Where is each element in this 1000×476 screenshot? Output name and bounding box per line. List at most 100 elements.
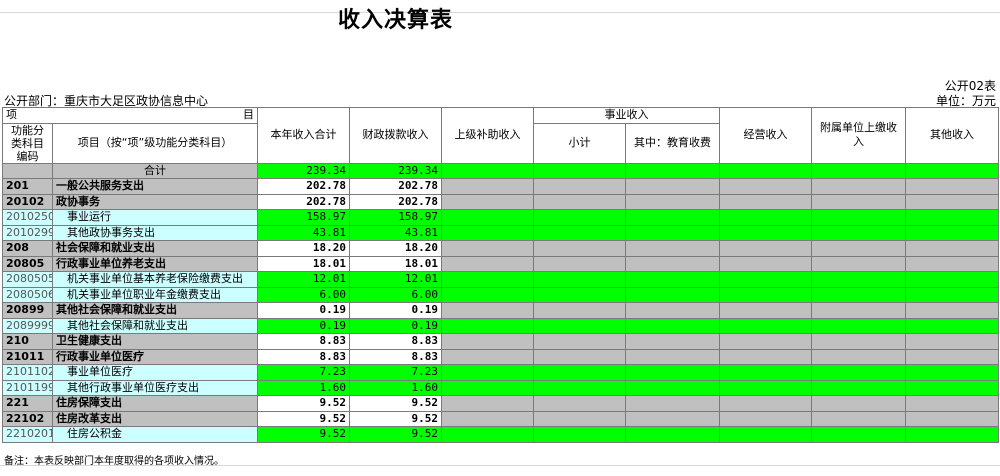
row-code-cell[interactable]: 21011 xyxy=(2,348,53,365)
row-code-cell[interactable]: 221 xyxy=(2,395,53,412)
row-code-cell[interactable]: 2101199 xyxy=(2,379,53,396)
row-superior-cell[interactable] xyxy=(441,286,534,303)
row-name-cell[interactable]: 其他社会保障和就业支出 xyxy=(52,302,258,319)
row-name-cell[interactable]: 其他政协事务支出 xyxy=(52,224,258,241)
row-other-cell[interactable] xyxy=(905,240,999,257)
row-business-edu-cell[interactable] xyxy=(625,193,720,210)
row-superior-cell[interactable] xyxy=(441,255,534,272)
row-other-cell[interactable] xyxy=(905,426,999,443)
row-fiscal-cell[interactable]: 9.52 xyxy=(349,410,442,427)
row-other-cell[interactable] xyxy=(905,286,999,303)
row-fiscal-cell[interactable]: 202.78 xyxy=(349,193,442,210)
row-other-cell[interactable] xyxy=(905,255,999,272)
row-operating-cell[interactable] xyxy=(719,364,812,381)
header-total[interactable]: 本年收入合计 xyxy=(257,107,350,164)
row-superior-cell[interactable] xyxy=(441,395,534,412)
row-total-cell[interactable]: 202.78 xyxy=(257,193,350,210)
row-business-edu-cell[interactable] xyxy=(625,426,720,443)
row-business-sub-cell[interactable] xyxy=(533,224,626,241)
row-business-sub-cell[interactable] xyxy=(533,379,626,396)
row-affiliated-cell[interactable] xyxy=(811,193,906,210)
row-fiscal-cell[interactable]: 18.20 xyxy=(349,240,442,257)
header-code[interactable]: 功能分类科目编码 xyxy=(2,122,53,164)
header-fiscal[interactable]: 财政拨款收入 xyxy=(349,107,442,164)
row-superior-cell[interactable] xyxy=(441,193,534,210)
row-fiscal-cell[interactable]: 158.97 xyxy=(349,209,442,226)
row-affiliated-cell[interactable] xyxy=(811,317,906,334)
row-operating-cell[interactable] xyxy=(719,178,812,195)
row-name-cell[interactable]: 住房公积金 xyxy=(52,426,258,443)
row-code-cell[interactable]: 20102 xyxy=(2,193,53,210)
row-other-cell[interactable] xyxy=(905,224,999,241)
row-superior-cell[interactable] xyxy=(441,209,534,226)
row-operating-cell[interactable] xyxy=(719,224,812,241)
row-code-cell[interactable]: 20805 xyxy=(2,255,53,272)
row-business-sub-cell[interactable] xyxy=(533,395,626,412)
row-name-cell[interactable]: 事业运行 xyxy=(52,209,258,226)
header-superior[interactable]: 上级补助收入 xyxy=(441,107,534,164)
row-other-cell[interactable] xyxy=(905,348,999,365)
row-affiliated-cell[interactable] xyxy=(811,364,906,381)
row-total-cell[interactable]: 7.23 xyxy=(257,364,350,381)
row-affiliated-cell[interactable] xyxy=(811,348,906,365)
row-total-cell[interactable]: 158.97 xyxy=(257,209,350,226)
row-code-cell[interactable]: 210 xyxy=(2,333,53,350)
row-affiliated-cell[interactable] xyxy=(811,224,906,241)
row-superior-cell[interactable] xyxy=(441,240,534,257)
row-business-edu-cell[interactable] xyxy=(625,255,720,272)
total-operating-cell[interactable] xyxy=(719,162,812,179)
row-name-cell[interactable]: 卫生健康支出 xyxy=(52,333,258,350)
row-affiliated-cell[interactable] xyxy=(811,379,906,396)
row-operating-cell[interactable] xyxy=(719,193,812,210)
row-total-cell[interactable]: 9.52 xyxy=(257,426,350,443)
row-business-edu-cell[interactable] xyxy=(625,333,720,350)
row-superior-cell[interactable] xyxy=(441,271,534,288)
row-business-edu-cell[interactable] xyxy=(625,364,720,381)
row-affiliated-cell[interactable] xyxy=(811,286,906,303)
row-name-cell[interactable]: 行政事业单位养老支出 xyxy=(52,255,258,272)
row-business-edu-cell[interactable] xyxy=(625,286,720,303)
row-name-cell[interactable]: 行政事业单位医疗 xyxy=(52,348,258,365)
row-superior-cell[interactable] xyxy=(441,426,534,443)
row-total-cell[interactable]: 202.78 xyxy=(257,178,350,195)
row-operating-cell[interactable] xyxy=(719,317,812,334)
row-superior-cell[interactable] xyxy=(441,302,534,319)
header-other[interactable]: 其他收入 xyxy=(905,107,999,164)
row-operating-cell[interactable] xyxy=(719,395,812,412)
row-business-sub-cell[interactable] xyxy=(533,193,626,210)
row-business-sub-cell[interactable] xyxy=(533,286,626,303)
row-business-sub-cell[interactable] xyxy=(533,240,626,257)
row-business-edu-cell[interactable] xyxy=(625,178,720,195)
row-total-cell[interactable]: 6.00 xyxy=(257,286,350,303)
row-name-cell[interactable]: 事业单位医疗 xyxy=(52,364,258,381)
row-affiliated-cell[interactable] xyxy=(811,426,906,443)
row-code-cell[interactable]: 20899 xyxy=(2,302,53,319)
row-fiscal-cell[interactable]: 202.78 xyxy=(349,178,442,195)
row-code-cell[interactable]: 208 xyxy=(2,240,53,257)
row-affiliated-cell[interactable] xyxy=(811,209,906,226)
row-code-cell[interactable]: 2080505 xyxy=(2,271,53,288)
header-name[interactable]: 项目（按“项”级功能分类科目） xyxy=(52,122,258,164)
row-operating-cell[interactable] xyxy=(719,333,812,350)
row-other-cell[interactable] xyxy=(905,364,999,381)
row-other-cell[interactable] xyxy=(905,379,999,396)
total-superior-cell[interactable] xyxy=(441,162,534,179)
row-business-edu-cell[interactable] xyxy=(625,302,720,319)
row-fiscal-cell[interactable]: 9.52 xyxy=(349,426,442,443)
row-business-edu-cell[interactable] xyxy=(625,317,720,334)
row-business-sub-cell[interactable] xyxy=(533,333,626,350)
row-other-cell[interactable] xyxy=(905,317,999,334)
row-superior-cell[interactable] xyxy=(441,410,534,427)
row-total-cell[interactable]: 18.20 xyxy=(257,240,350,257)
header-business-sub[interactable]: 小计 xyxy=(533,122,626,164)
row-superior-cell[interactable] xyxy=(441,364,534,381)
row-affiliated-cell[interactable] xyxy=(811,302,906,319)
row-total-cell[interactable]: 0.19 xyxy=(257,302,350,319)
header-xiang-mu[interactable]: 项 目 xyxy=(2,107,258,124)
row-business-sub-cell[interactable] xyxy=(533,209,626,226)
row-affiliated-cell[interactable] xyxy=(811,240,906,257)
row-operating-cell[interactable] xyxy=(719,209,812,226)
row-total-cell[interactable]: 8.83 xyxy=(257,348,350,365)
row-business-sub-cell[interactable] xyxy=(533,255,626,272)
row-total-cell[interactable]: 0.19 xyxy=(257,317,350,334)
